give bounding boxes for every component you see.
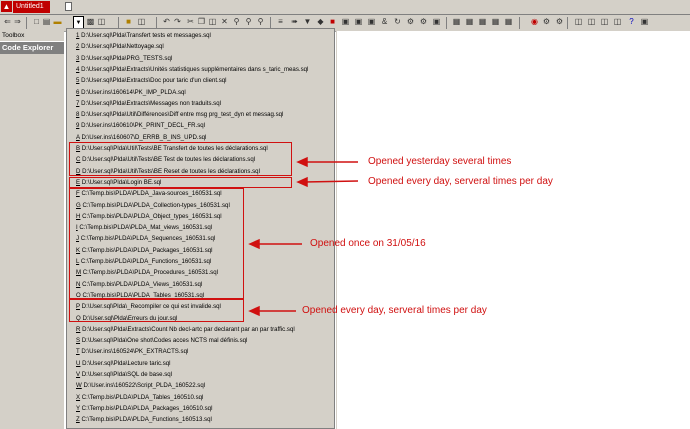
annotation-arrows <box>248 156 359 317</box>
annotation-once: Opened once on 31/05/16 <box>310 238 426 249</box>
annotation-every-day-1: Opened every day, serveral times per day <box>368 176 553 187</box>
annotation-every-day-2: Opened every day, serveral times per day <box>302 305 487 316</box>
annotation-yesterday: Opened yesterday several times <box>368 156 512 167</box>
